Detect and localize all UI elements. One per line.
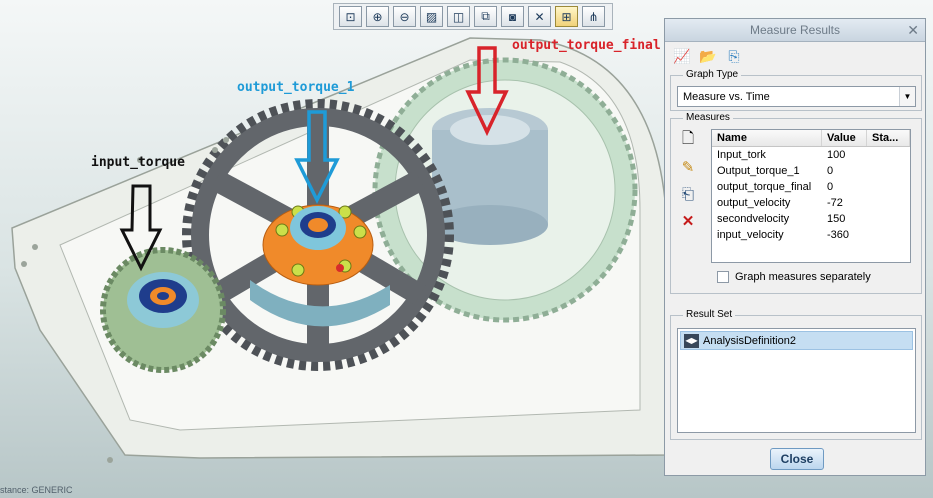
row-name: output_velocity [717,197,791,209]
view-toolbar: ⊡ ⊕ ⊖ ▨ ◫ ⧉ ◙ ✕ ⊞ ⋔ [333,3,613,30]
dialog-title: Measure Results [749,23,841,37]
dialog-icon-row: 📈 📂 ⎘ [665,42,925,68]
measures-group: Measures 🗋 ✎ ⎗ ✕ Name Value Sta... Input… [670,112,922,294]
spin-center-icon[interactable]: ⊞ [555,6,578,27]
graph-separately-label: Graph measures separately [735,271,871,283]
display-style-icon[interactable]: ◙ [501,6,524,27]
measure-results-dialog: Measure Results ✕ 📈 📂 ⎘ Graph Type Measu… [664,18,926,476]
col-value-header[interactable]: Value [822,130,867,146]
graph-type-title: Graph Type [683,69,742,80]
row-name: Output_torque_1 [717,165,800,177]
result-set-group: Result Set ◀▶ AnalysisDefinition2 [670,309,922,440]
mechanism-icon[interactable]: ⋔ [582,6,605,27]
col-name-header[interactable]: Name [712,130,822,146]
chevron-down-icon[interactable]: ▼ [899,87,915,106]
row-value: 100 [827,149,846,161]
edit-pencil-icon[interactable]: ✎ [679,158,697,176]
table-row[interactable]: input_velocity -360 [712,227,910,243]
measures-table: Name Value Sta... Input_tork 100 Output_t… [711,129,911,263]
close-button[interactable]: Close [770,448,824,470]
row-name: input_velocity [717,229,784,241]
row-value: -72 [827,197,843,209]
table-row[interactable]: Input_tork 100 [712,147,910,163]
row-name: output_torque_final [717,181,812,193]
table-row[interactable]: output_velocity -72 [712,195,910,211]
view-orient-icon[interactable]: ◫ [447,6,470,27]
graph-separately-checkbox[interactable] [717,271,729,283]
repaint-icon[interactable]: ▨ [420,6,443,27]
measures-title: Measures [683,112,733,123]
new-measure-icon[interactable]: 🗋 [679,130,697,149]
analysis-icon: ◀▶ [684,333,699,348]
row-value: 150 [827,213,846,225]
open-folder-icon[interactable]: 📂 [699,47,717,65]
zoom-fit-icon[interactable]: ⊡ [339,6,362,27]
list-item[interactable]: ◀▶ AnalysisDefinition2 [680,331,913,350]
instance-status: stance: GENERIC [0,485,73,495]
row-value: -360 [827,229,850,241]
table-header: Name Value Sta... [712,130,910,147]
row-name: secondvelocity [717,213,790,225]
delete-icon[interactable]: ✕ [679,212,697,230]
result-set-list: ◀▶ AnalysisDefinition2 [677,328,916,433]
zoom-in-icon[interactable]: ⊕ [366,6,389,27]
graph-type-select[interactable]: Measure vs. Time ▼ [677,86,916,107]
output-torque-1-label: output_torque_1 [237,80,355,95]
input-torque-label: input_torque [91,155,185,170]
output-torque-final-label: output_torque_final [512,38,661,53]
graph-separately-row[interactable]: Graph measures separately [717,271,871,283]
saved-views-icon[interactable]: ⧉ [474,6,497,27]
row-value: 0 [827,165,834,177]
export-icon[interactable]: ⎘ [725,47,743,65]
graph-icon[interactable]: 📈 [673,47,691,65]
result-set-title: Result Set [683,309,736,320]
graph-type-group: Graph Type Measure vs. Time ▼ [670,69,922,111]
copy-icon[interactable]: ⎗ [679,185,697,203]
datum-icon[interactable]: ✕ [528,6,551,27]
table-row[interactable]: output_torque_final 0 [712,179,910,195]
result-item-label: AnalysisDefinition2 [703,334,796,347]
row-name: Input_tork [717,149,766,161]
zoom-out-icon[interactable]: ⊖ [393,6,416,27]
graph-type-value: Measure vs. Time [683,90,770,103]
dialog-titlebar[interactable]: Measure Results ✕ [665,19,925,42]
table-row[interactable]: Output_torque_1 0 [712,163,910,179]
col-status-header[interactable]: Sta... [867,130,910,146]
measures-side-icons: 🗋 ✎ ⎗ ✕ [679,130,697,231]
table-row[interactable]: secondvelocity 150 [712,211,910,227]
close-icon[interactable]: ✕ [907,22,919,39]
row-value: 0 [827,181,834,193]
